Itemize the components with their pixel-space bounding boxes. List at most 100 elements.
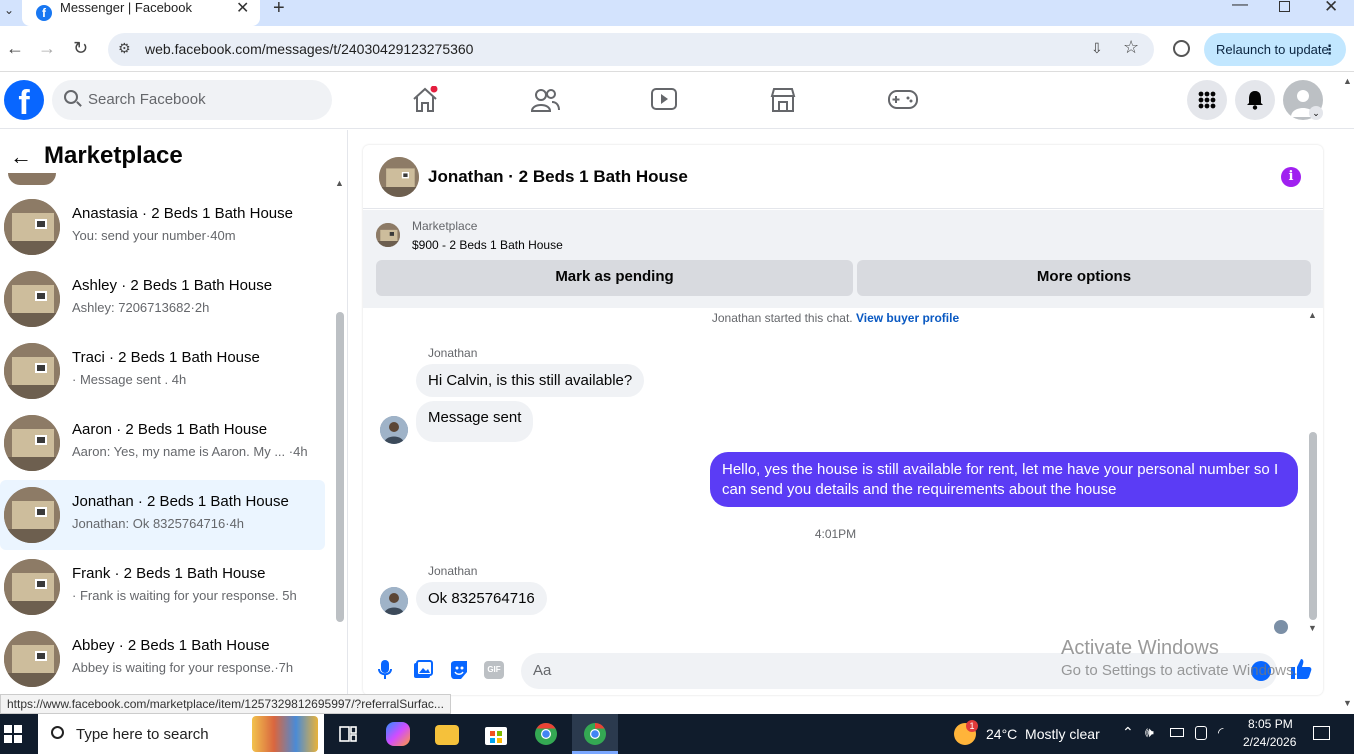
- gaming-icon[interactable]: [887, 89, 919, 111]
- person-photo-icon: [380, 416, 408, 444]
- new-tab-icon[interactable]: +: [273, 0, 285, 20]
- weather-text[interactable]: 24°C Mostly clear: [986, 726, 1100, 742]
- relaunch-label: Relaunch to update: [1216, 42, 1329, 57]
- video-icon[interactable]: [650, 87, 678, 113]
- conversation-item[interactable]: Abbey · 2 Beds 1 Bath House Abbey is wait…: [0, 624, 325, 694]
- outgoing-message[interactable]: Hello, yes the house is still available …: [710, 452, 1298, 507]
- clock-date[interactable]: 2/24/2026: [1243, 735, 1296, 749]
- facebook-logo-icon[interactable]: f: [4, 80, 44, 120]
- copilot-icon[interactable]: [386, 722, 410, 746]
- notifications-button[interactable]: [1235, 80, 1275, 120]
- house-thumbnail-icon: [376, 223, 400, 247]
- more-options-button[interactable]: More options: [857, 260, 1311, 296]
- listing-thumbnail[interactable]: [376, 223, 400, 247]
- sidebar-scroll-up-icon[interactable]: ▲: [335, 178, 344, 188]
- reload-icon[interactable]: ↻: [73, 38, 88, 58]
- sidebar-scrollbar-thumb[interactable]: [336, 312, 344, 622]
- bookmark-star-icon[interactable]: ☆: [1123, 37, 1139, 58]
- partial-avatar: [8, 173, 56, 185]
- back-icon[interactable]: ←: [6, 38, 24, 58]
- active-chrome-taskbar-item[interactable]: [572, 714, 618, 754]
- page-scroll-down-icon[interactable]: ▼: [1343, 698, 1352, 708]
- sticker-icon[interactable]: [449, 660, 469, 680]
- clock-time[interactable]: 8:05 PM: [1248, 717, 1293, 731]
- speaker-icon[interactable]: 🕪: [1145, 724, 1154, 741]
- search-placeholder: Search Facebook: [88, 91, 206, 108]
- gif-icon[interactable]: GIF: [484, 661, 504, 679]
- chat-scroll-down-icon[interactable]: ▼: [1308, 623, 1317, 633]
- incoming-message[interactable]: Hi Calvin, is this still available?: [416, 364, 645, 397]
- facebook-header: f Search Facebook ⌄: [0, 73, 1354, 129]
- mark-as-pending-button[interactable]: Mark as pending: [376, 260, 853, 296]
- grid-icon: [1198, 91, 1216, 109]
- marketplace-icon[interactable]: [769, 87, 797, 113]
- tab-menu-icon[interactable]: ⌄: [4, 3, 14, 17]
- message-input-placeholder: Aa: [533, 662, 552, 679]
- conversation-item[interactable]: Frank · 2 Beds 1 Bath House · Frank is wa…: [0, 552, 325, 622]
- address-bar[interactable]: ⚙ web.facebook.com/messages/t/2403042912…: [108, 33, 1154, 66]
- site-info-icon[interactable]: ⚙: [118, 40, 131, 57]
- conversation-preview: Ashley: 7206713682·2h: [72, 300, 210, 315]
- view-buyer-profile-link[interactable]: View buyer profile: [856, 311, 959, 325]
- sidebar-title: Marketplace: [44, 142, 183, 169]
- sender-avatar[interactable]: [380, 416, 408, 444]
- conversation-item[interactable]: Ashley · 2 Beds 1 Bath House Ashley: 7206…: [0, 264, 325, 334]
- incoming-message[interactable]: Message sent: [416, 401, 534, 442]
- conversation-name: Abbey · 2 Beds 1 Bath House: [72, 637, 270, 654]
- photo-icon[interactable]: [413, 660, 433, 680]
- friends-icon[interactable]: [530, 87, 560, 113]
- minimize-icon[interactable]: —: [1232, 0, 1248, 14]
- listing-banner: Marketplace $900 - 2 Beds 1 Bath House M…: [363, 210, 1323, 308]
- file-explorer-icon[interactable]: [435, 725, 459, 745]
- conversation-preview: You: send your number·40m: [72, 228, 236, 243]
- conversation-name: Frank · 2 Beds 1 Bath House: [72, 565, 266, 582]
- kebab-menu-icon[interactable]: ⋮: [1323, 33, 1336, 66]
- conversation-item[interactable]: Aaron · 2 Beds 1 Bath House Aaron: Yes, m…: [0, 408, 325, 478]
- conversation-name: Traci · 2 Beds 1 Bath House: [72, 349, 260, 366]
- page-scroll-up-icon[interactable]: ▲: [1343, 76, 1352, 86]
- windows-start-icon[interactable]: [4, 725, 22, 743]
- conversation-item[interactable]: Anastasia · 2 Beds 1 Bath House You: send…: [0, 192, 325, 262]
- listing-price-title[interactable]: $900 - 2 Beds 1 Bath House: [412, 238, 563, 252]
- taskbar-search-input[interactable]: Type here to search: [38, 714, 324, 754]
- meet-icon[interactable]: [1195, 726, 1207, 740]
- maximize-icon[interactable]: [1279, 1, 1290, 12]
- close-tab-icon[interactable]: ✕: [236, 0, 249, 18]
- chrome-icon[interactable]: [534, 722, 558, 746]
- microphone-icon[interactable]: [378, 660, 392, 680]
- chat-scrollbar-thumb[interactable]: [1309, 432, 1317, 620]
- wifi-icon[interactable]: ◜: [1218, 724, 1223, 741]
- microsoft-store-icon[interactable]: [484, 722, 508, 746]
- hidden-icons-chevron-icon[interactable]: ⌃: [1122, 724, 1134, 741]
- notification-center-icon[interactable]: [1313, 726, 1330, 740]
- sender-avatar[interactable]: [380, 587, 408, 615]
- conversation-item[interactable]: Jonathan · 2 Beds 1 Bath House Jonathan: …: [0, 480, 325, 550]
- chat-header: Jonathan · 2 Beds 1 Bath House i: [363, 145, 1323, 209]
- conversation-preview: Jonathan: Ok 8325764716·4h: [72, 516, 245, 531]
- chat-header-avatar[interactable]: [379, 157, 419, 197]
- chat-scroll-up-icon[interactable]: ▲: [1308, 310, 1317, 320]
- chat-started-text: Jonathan started this chat.: [711, 311, 853, 325]
- account-button[interactable]: ⌄: [1283, 80, 1323, 120]
- conversation-item[interactable]: Traci · 2 Beds 1 Bath House · Message sen…: [0, 336, 325, 406]
- info-icon[interactable]: i: [1281, 167, 1301, 187]
- profile-icon[interactable]: [1173, 40, 1190, 57]
- conversation-name: Ashley · 2 Beds 1 Bath House: [72, 277, 273, 294]
- forward-icon[interactable]: →: [38, 38, 56, 58]
- listing-source[interactable]: Marketplace: [412, 219, 477, 233]
- house-thumbnail-icon: [4, 271, 60, 327]
- home-icon[interactable]: [411, 86, 439, 114]
- menu-grid-button[interactable]: [1187, 80, 1227, 120]
- battery-icon[interactable]: [1170, 728, 1184, 737]
- incoming-message[interactable]: Ok 8325764716: [416, 582, 547, 615]
- install-app-icon[interactable]: ⇩: [1091, 40, 1103, 57]
- search-facebook-input[interactable]: Search Facebook: [52, 80, 332, 120]
- relaunch-button[interactable]: Relaunch to update ⋮: [1204, 33, 1346, 66]
- back-arrow-icon[interactable]: ←: [10, 144, 32, 170]
- task-view-icon[interactable]: [338, 724, 358, 744]
- search-icon-handle: [76, 101, 82, 107]
- close-window-icon[interactable]: ✕: [1324, 0, 1338, 17]
- bell-icon: [1247, 91, 1263, 110]
- listing-avatar: [4, 487, 60, 543]
- browser-tab[interactable]: f Messenger | Facebook ✕: [22, 0, 260, 26]
